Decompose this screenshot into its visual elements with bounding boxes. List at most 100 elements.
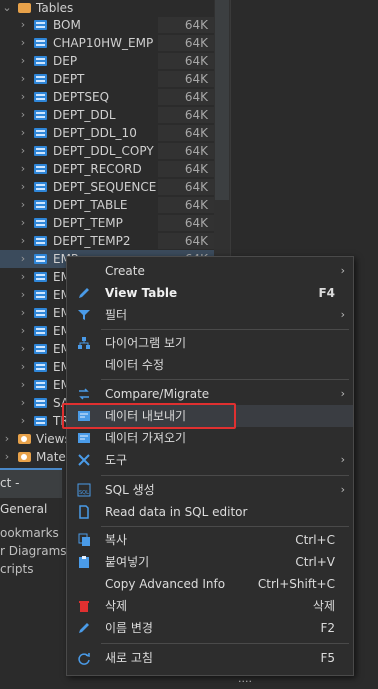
- menu-item-sql-generate[interactable]: SQL SQL 생성 ›: [67, 479, 353, 501]
- chevron-right-icon: ›: [340, 308, 345, 321]
- highlight-annotation: [62, 403, 236, 429]
- scrollbar-thumb[interactable]: [215, 0, 229, 200]
- table-size: 64K: [184, 198, 208, 212]
- table-row[interactable]: › DEPT 64K: [0, 70, 214, 88]
- menu-item-read-sql-editor[interactable]: Read data in SQL editor: [67, 501, 353, 523]
- chevron-right-icon[interactable]: ›: [18, 70, 28, 88]
- chevron-right-icon[interactable]: ›: [2, 430, 12, 448]
- table-row[interactable]: › DEPT_TABLE 64K: [0, 196, 214, 214]
- chevron-right-icon[interactable]: ›: [18, 52, 28, 70]
- chevron-right-icon[interactable]: ›: [18, 250, 28, 268]
- table-icon: [34, 200, 47, 210]
- chevron-right-icon[interactable]: ›: [18, 394, 28, 412]
- menu-item-filter[interactable]: 필터 ›: [67, 304, 353, 326]
- refresh-icon: [78, 653, 90, 665]
- menu-item-import-data[interactable]: 데이터 가져오기: [67, 427, 353, 449]
- paste-icon: [79, 556, 89, 568]
- chevron-right-icon[interactable]: ›: [18, 304, 28, 322]
- menu-item-label: 붙여넣기: [105, 555, 150, 569]
- table-row[interactable]: › DEPT_DDL_COPY 64K: [0, 142, 214, 160]
- chevron-right-icon[interactable]: ›: [18, 142, 28, 160]
- chevron-right-icon[interactable]: ›: [18, 34, 28, 52]
- table-row[interactable]: › DEP 64K: [0, 52, 214, 70]
- table-name: DEPT_SEQUENCE: [53, 180, 157, 194]
- chevron-right-icon[interactable]: ›: [18, 340, 28, 358]
- table-size: 64K: [184, 72, 208, 86]
- table-row[interactable]: › DEPT_SEQUENCE 64K: [0, 178, 214, 196]
- table-row[interactable]: › DEPT_RECORD 64K: [0, 160, 214, 178]
- chevron-right-icon[interactable]: ›: [18, 178, 28, 196]
- table-size: 64K: [184, 126, 208, 140]
- chevron-right-icon[interactable]: ›: [2, 448, 12, 466]
- menu-item-paste[interactable]: 붙여넣기 Ctrl+V: [67, 551, 353, 573]
- chevron-right-icon[interactable]: ›: [18, 268, 28, 286]
- table-icon: [34, 164, 47, 174]
- table-icon: [34, 218, 47, 228]
- chevron-right-icon[interactable]: ›: [18, 106, 28, 124]
- menu-item-label: Compare/Migrate: [105, 387, 210, 401]
- rename-icon: [79, 623, 89, 633]
- table-size: 64K: [184, 18, 208, 32]
- table-icon: [34, 380, 47, 390]
- menu-item-diagram[interactable]: 다이어그램 보기: [67, 332, 353, 354]
- project-item-bookmarks[interactable]: ookmarks: [0, 524, 59, 542]
- chevron-right-icon[interactable]: ›: [18, 196, 28, 214]
- menu-item-label: Create: [105, 264, 145, 278]
- menu-item-edit-data[interactable]: 데이터 수정: [67, 354, 353, 376]
- chevron-right-icon[interactable]: ›: [18, 412, 28, 430]
- menu-item-tools[interactable]: 도구 ›: [67, 449, 353, 471]
- sql-icon: SQL: [77, 483, 91, 497]
- chevron-right-icon: ›: [340, 483, 345, 496]
- menu-item-label: 새로 고침: [105, 651, 153, 665]
- table-size: 64K: [184, 216, 208, 230]
- menu-item-rename[interactable]: 이름 변경 F2: [67, 617, 353, 639]
- table-name: DEPT_TEMP: [53, 216, 123, 230]
- menu-item-compare-migrate[interactable]: Compare/Migrate ›: [67, 383, 353, 405]
- pencil-icon: [79, 288, 89, 298]
- svg-text:SQL: SQL: [79, 490, 89, 496]
- delete-icon: [79, 601, 89, 612]
- table-size: 64K: [184, 162, 208, 176]
- menu-item-label: 도구: [105, 453, 128, 467]
- table-row[interactable]: › DEPT_TEMP 64K: [0, 214, 214, 232]
- chevron-right-icon[interactable]: ›: [18, 160, 28, 178]
- chevron-right-icon[interactable]: ›: [18, 124, 28, 142]
- table-icon: [34, 56, 47, 66]
- project-panel-tab[interactable]: ct - General: [0, 468, 62, 516]
- chevron-right-icon[interactable]: ›: [18, 286, 28, 304]
- menu-item-shortcut: F4: [318, 286, 335, 300]
- menu-item-shortcut: F5: [320, 651, 335, 665]
- table-name: DEP: [53, 54, 78, 68]
- chevron-right-icon[interactable]: ›: [18, 358, 28, 376]
- folder-icon: [18, 3, 31, 13]
- table-row[interactable]: › DEPT_TEMP2 64K: [0, 232, 214, 250]
- chevron-right-icon[interactable]: ›: [18, 232, 28, 250]
- menu-item-view-table[interactable]: View Table F4: [67, 282, 353, 304]
- menu-item-shortcut: Ctrl+Shift+C: [257, 577, 335, 591]
- table-name: DEPT_DDL_COPY: [53, 144, 154, 158]
- table-row[interactable]: › DEPTSEQ 64K: [0, 88, 214, 106]
- chevron-right-icon[interactable]: ›: [18, 376, 28, 394]
- project-item-scripts[interactable]: cripts: [0, 560, 33, 578]
- menu-item-delete[interactable]: 삭제 삭제: [67, 595, 353, 617]
- chevron-down-icon[interactable]: ⌄: [2, 0, 12, 17]
- chevron-right-icon[interactable]: ›: [18, 322, 28, 340]
- menu-item-copy[interactable]: 복사 Ctrl+C: [67, 529, 353, 551]
- table-row[interactable]: › CHAP10HW_EMP 64K: [0, 34, 214, 52]
- chevron-right-icon[interactable]: ›: [18, 88, 28, 106]
- menu-item-shortcut: Ctrl+C: [295, 533, 335, 547]
- table-icon: [34, 182, 47, 192]
- menu-item-create[interactable]: Create ›: [67, 260, 353, 282]
- table-row[interactable]: › DEPT_DDL_10 64K: [0, 124, 214, 142]
- menu-item-copy-advanced[interactable]: Copy Advanced Info Ctrl+Shift+C: [67, 573, 353, 595]
- table-row[interactable]: › DEPT_DDL 64K: [0, 106, 214, 124]
- project-item-diagrams[interactable]: r Diagrams: [0, 542, 67, 560]
- table-row[interactable]: › BOM 64K: [0, 16, 214, 34]
- menu-separator: [101, 643, 349, 644]
- table-name: DEPT_DDL_10: [53, 126, 137, 140]
- menu-item-refresh[interactable]: 새로 고침 F5: [67, 647, 353, 669]
- chevron-right-icon[interactable]: ›: [18, 16, 28, 34]
- tree-node-tables[interactable]: ⌄ Tables: [0, 0, 214, 17]
- chevron-right-icon[interactable]: ›: [18, 214, 28, 232]
- chevron-right-icon: ›: [340, 264, 345, 277]
